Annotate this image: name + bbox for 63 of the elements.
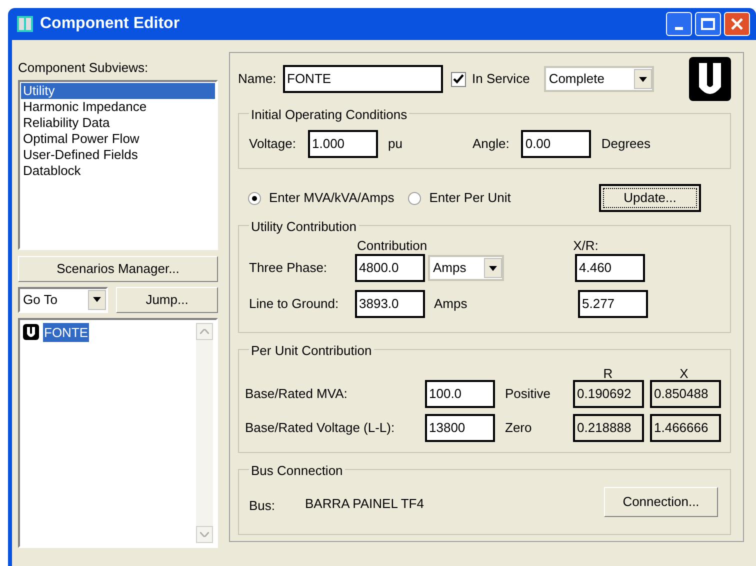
scrollbar[interactable] (196, 322, 213, 542)
status-dropdown[interactable]: Complete (544, 66, 654, 92)
minimize-button[interactable] (666, 12, 692, 36)
field-label: Voltage: (249, 135, 296, 154)
radio-label: Enter MVA/kVA/Amps (269, 189, 394, 208)
field-label: Angle: (472, 135, 510, 154)
input-field[interactable]: 13800 (425, 414, 495, 442)
bus-name: BARRA PAINEL TF4 (305, 495, 424, 514)
subview-item[interactable]: Datablock (21, 162, 215, 178)
utility-badge-icon (23, 324, 39, 340)
subviews-label: Component Subviews: (18, 59, 150, 77)
x-header: X (678, 365, 690, 380)
radio-label: Enter Per Unit (429, 189, 511, 208)
row-label: Base/Rated MVA: (245, 385, 348, 404)
utility-icon (689, 57, 731, 101)
subview-item[interactable]: Reliability Data (21, 114, 215, 130)
name-field[interactable]: FONTE (283, 65, 443, 93)
input-field[interactable]: 1.000 (308, 130, 378, 158)
input-field[interactable]: 4800.0 (355, 254, 425, 282)
maximize-button[interactable] (695, 12, 721, 36)
in-service-label: In Service (472, 70, 530, 88)
close-icon (730, 17, 744, 31)
goto-dropdown[interactable]: Go To (18, 286, 108, 312)
row-label: Line to Ground: (249, 295, 340, 314)
readonly-field: 0.850488 (650, 380, 721, 408)
xr-header: X/R: (573, 237, 598, 254)
subview-item[interactable]: Optimal Power Flow (21, 130, 215, 146)
readonly-field: 0.218888 (573, 414, 644, 442)
in-service-checkbox[interactable] (451, 72, 466, 86)
dropdown-value: Amps (433, 259, 468, 278)
window-title: Component Editor (40, 14, 180, 34)
unit-label: Degrees (601, 135, 650, 154)
app-icon (16, 15, 34, 33)
row-label: Three Phase: (249, 259, 328, 278)
input-field[interactable]: 100.0 (425, 380, 495, 408)
radio-button[interactable] (408, 192, 422, 204)
close-button[interactable] (724, 12, 750, 36)
readonly-field: 0.190692 (573, 380, 644, 408)
readonly-field: 1.466666 (650, 414, 721, 442)
input-field[interactable]: 4.460 (575, 254, 645, 282)
connection-button[interactable]: Connection... (604, 487, 718, 517)
row-label: Base/Rated Voltage (L-L): (245, 419, 396, 438)
input-field[interactable]: 0.00 (521, 130, 592, 158)
sequence-label: Positive (505, 385, 552, 404)
unit-label: Amps (434, 295, 468, 314)
sequence-label: Zero (505, 419, 533, 438)
jump-button[interactable]: Jump... (116, 286, 218, 312)
scroll-up-icon[interactable] (196, 322, 213, 340)
bus-label: Bus: (249, 497, 276, 516)
radio-button[interactable] (248, 192, 261, 204)
input-field[interactable]: 5.277 (578, 290, 648, 318)
tree-item[interactable]: FONTE (43, 322, 90, 342)
subview-item[interactable]: User-Defined Fields (21, 146, 215, 162)
subview-item[interactable]: Harmonic Impedance (21, 98, 215, 114)
contribution-header: Contribution (357, 237, 428, 254)
scenarios-manager-button[interactable]: Scenarios Manager... (18, 256, 218, 282)
subview-item[interactable]: Utility (21, 82, 215, 98)
input-field[interactable]: 3893.0 (355, 290, 425, 318)
unit-label: pu (388, 135, 402, 154)
unit-dropdown[interactable]: Amps (428, 255, 504, 281)
r-header: R (602, 365, 614, 380)
name-label: Name: (238, 70, 278, 88)
update-button[interactable]: Update... (599, 184, 701, 212)
